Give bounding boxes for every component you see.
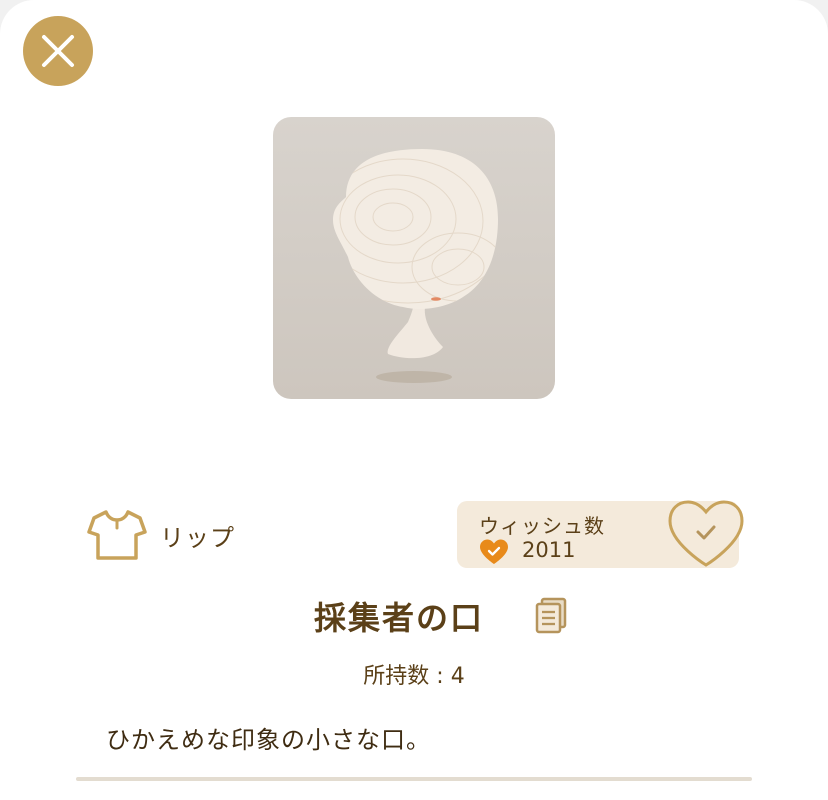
shirt-icon xyxy=(87,510,147,560)
item-description: ひかえめな印象の小さな口。 xyxy=(106,726,431,754)
wishlist-title: ウィッシュ数 xyxy=(479,514,605,538)
category-label: リップ xyxy=(160,523,235,552)
wishlist-count: 2011 xyxy=(522,538,576,562)
owned-label: 所持数 xyxy=(363,664,430,689)
copy-icon[interactable] xyxy=(533,596,569,634)
owned-count: 4 xyxy=(450,664,465,689)
close-icon xyxy=(42,35,74,67)
item-name: 採集者の口 xyxy=(313,599,484,637)
heart-check-badge-icon xyxy=(480,539,508,564)
owned-separator: : xyxy=(429,664,451,689)
item-category: リップ xyxy=(86,508,235,562)
divider xyxy=(76,777,752,781)
add-to-wishlist-button[interactable] xyxy=(667,499,745,569)
item-detail-sheet: リップ ウィッシュ数 2011 採集者の口 所持数 : 4 ひかえめな印象の小さ… xyxy=(0,0,828,800)
item-name-title: 採集者の口 xyxy=(0,593,828,639)
owned-count-row: 所持数 : 4 xyxy=(0,658,828,690)
close-button[interactable] xyxy=(23,16,93,86)
item-preview-image xyxy=(273,117,555,399)
mannequin-head-preview xyxy=(333,149,498,383)
